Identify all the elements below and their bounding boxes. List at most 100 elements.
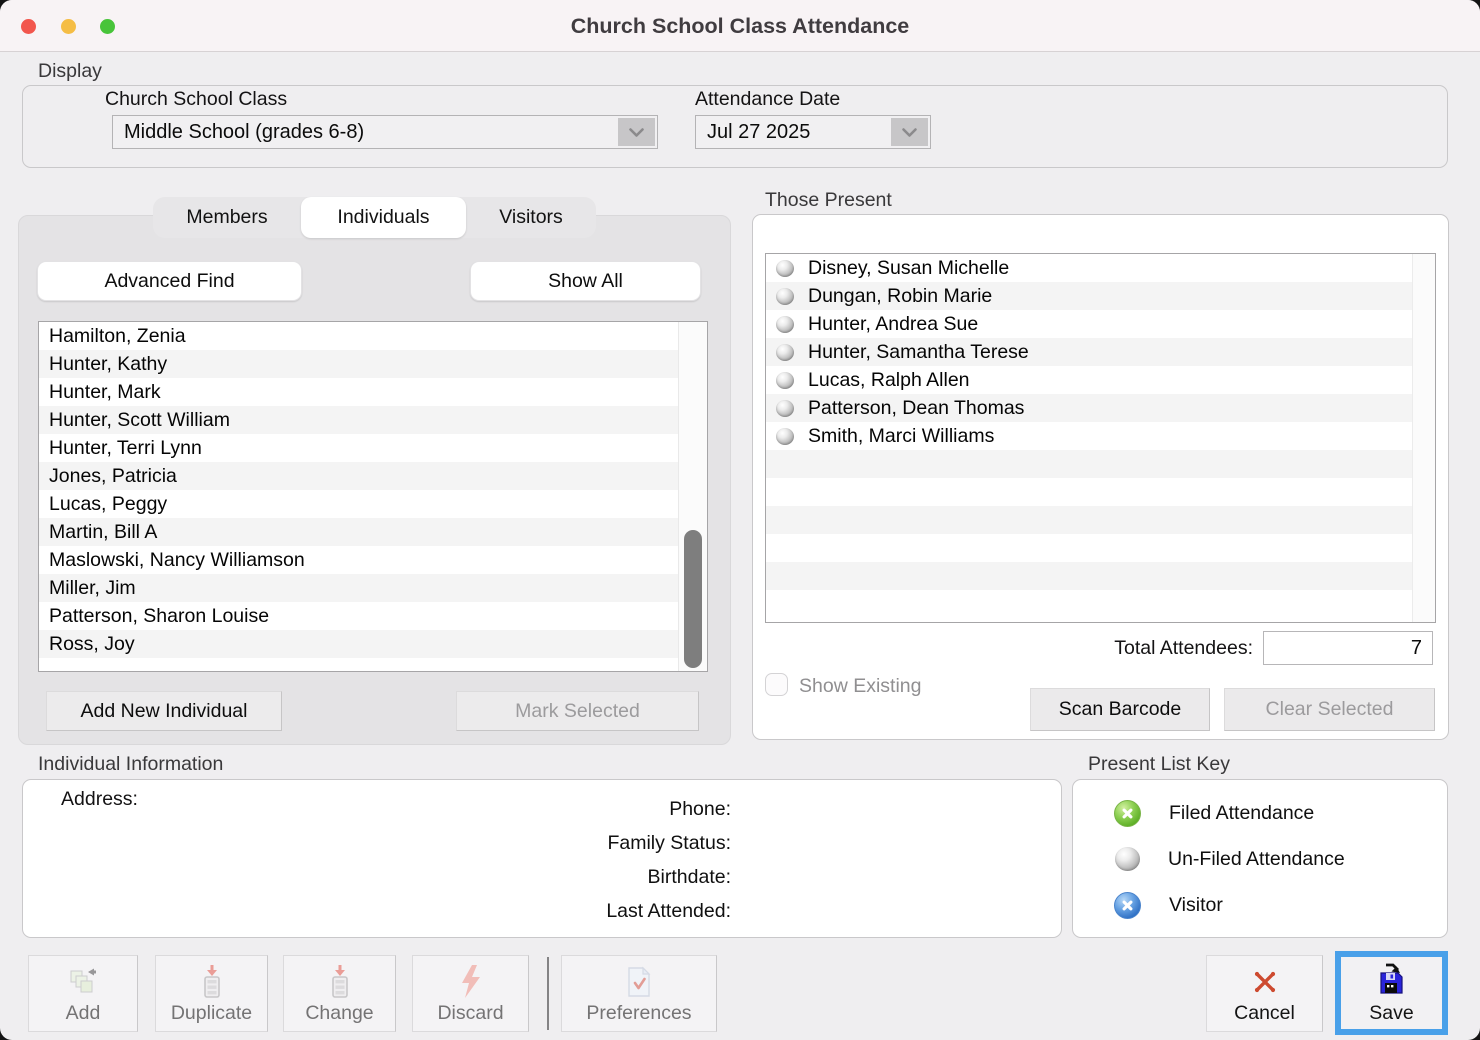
duplicate-icon [199,963,225,1001]
list-item[interactable]: Miller, Jim [39,574,707,602]
class-dropdown[interactable]: Middle School (grades 6-8) [112,115,658,149]
visitor-icon [1114,892,1141,919]
list-item[interactable]: Hamilton, Zenia [39,322,707,350]
unfiled-attendance-icon [776,428,794,445]
preferences-button[interactable]: Preferences [561,955,717,1032]
present-list[interactable]: Disney, Susan MichelleDungan, Robin Mari… [765,253,1436,623]
total-attendees-field: 7 [1263,631,1433,665]
save-floppy-icon [1376,961,1408,997]
individuals-list[interactable]: Hamilton, ZeniaHunter, KathyHunter, Mark… [38,321,708,672]
add-button-label: Add [66,1002,101,1025]
present-list-item[interactable]: Hunter, Andrea Sue [766,310,1435,338]
present-key-group-label: Present List Key [1088,753,1230,776]
attendee-name: Patterson, Dean Thomas [808,394,1024,422]
date-dropdown[interactable]: Jul 27 2025 [695,115,931,149]
list-item[interactable]: Hunter, Kathy [39,350,707,378]
unfiled-attendance-icon [776,316,794,333]
present-list-empty-row [766,450,1435,478]
list-item[interactable]: Hunter, Terri Lynn [39,434,707,462]
unfiled-attendance-icon [776,260,794,277]
individuals-list-rows: Hamilton, ZeniaHunter, KathyHunter, Mark… [39,322,707,658]
advanced-find-button[interactable]: Advanced Find [37,261,302,301]
individual-info-group-label: Individual Information [38,753,223,776]
list-item[interactable]: Patterson, Sharon Louise [39,602,707,630]
address-label: Address: [61,788,138,811]
app-window: Church School Class Attendance Display C… [0,0,1480,1040]
discard-button[interactable]: Discard [412,955,529,1032]
list-item[interactable]: Lucas, Peggy [39,490,707,518]
scan-barcode-button[interactable]: Scan Barcode [1030,688,1210,731]
list-item[interactable]: Jones, Patricia [39,462,707,490]
present-list-rows: Disney, Susan MichelleDungan, Robin Mari… [766,254,1435,618]
key-label: Visitor [1169,894,1223,917]
attendee-name: Hunter, Samantha Terese [808,338,1029,366]
list-source-tabs: MembersIndividualsVisitors [153,197,596,238]
key-row: Filed Attendance [1073,790,1447,836]
present-list-item[interactable]: Hunter, Samantha Terese [766,338,1435,366]
add-new-individual-button[interactable]: Add New Individual [46,691,282,731]
unfiled-attendance-icon [776,372,794,389]
list-item[interactable]: Martin, Bill A [39,518,707,546]
those-present-group-label: Those Present [765,189,892,212]
clear-selected-button[interactable]: Clear Selected [1224,688,1435,731]
save-button-label: Save [1369,1002,1413,1025]
attendee-name: Dungan, Robin Marie [808,282,992,310]
attendee-name: Disney, Susan Michelle [808,254,1009,282]
cancel-x-icon [1249,963,1281,1001]
present-list-item[interactable]: Smith, Marci Williams [766,422,1435,450]
scrollbar-track[interactable] [1412,254,1435,622]
tab-members[interactable]: Members [153,197,301,238]
attendee-name: Lucas, Ralph Allen [808,366,970,394]
tab-individuals[interactable]: Individuals [301,197,466,238]
tab-visitors[interactable]: Visitors [466,197,596,238]
duplicate-button[interactable]: Duplicate [155,955,268,1032]
chevron-down-icon[interactable] [618,118,655,146]
show-existing-label: Show Existing [799,675,921,698]
info-field-label: Family Status: [423,826,731,860]
chevron-down-icon[interactable] [891,118,928,146]
change-icon [327,963,353,1001]
mark-selected-button[interactable]: Mark Selected [456,691,699,731]
preferences-document-icon [626,963,652,1001]
display-group-label: Display [38,60,102,83]
present-list-empty-row [766,534,1435,562]
cancel-button[interactable]: Cancel [1206,955,1323,1032]
scrollbar-track[interactable] [678,322,707,671]
unfiled-attendance-icon [776,344,794,361]
present-list-empty-row [766,506,1435,534]
present-list-item[interactable]: Lucas, Ralph Allen [766,366,1435,394]
info-field-label: Phone: [423,792,731,826]
scrollbar-thumb[interactable] [684,530,702,668]
present-list-item[interactable]: Disney, Susan Michelle [766,254,1435,282]
present-list-empty-row [766,562,1435,590]
individual-info-group-box: Address: Phone:Family Status:Birthdate:L… [22,779,1062,938]
present-list-item[interactable]: Dungan, Robin Marie [766,282,1435,310]
duplicate-button-label: Duplicate [171,1002,252,1025]
preferences-button-label: Preferences [586,1002,691,1025]
change-button[interactable]: Change [283,955,396,1032]
unfiled-attendance-icon [1115,847,1140,871]
title-bar: Church School Class Attendance [0,0,1480,52]
key-row: Un-Filed Attendance [1073,836,1447,882]
list-item[interactable]: Maslowski, Nancy Williamson [39,546,707,574]
total-attendees-label: Total Attendees: [1114,637,1253,660]
key-label: Filed Attendance [1169,802,1314,825]
discard-button-label: Discard [437,1002,503,1025]
unfiled-attendance-icon [776,288,794,305]
present-list-empty-row [766,590,1435,618]
list-item[interactable]: Hunter, Mark [39,378,707,406]
save-button[interactable]: Save [1335,951,1448,1035]
show-existing-checkbox[interactable] [765,673,788,696]
key-row: Visitor [1073,882,1447,928]
attendee-name: Smith, Marci Williams [808,422,994,450]
show-all-button[interactable]: Show All [470,261,701,301]
present-list-item[interactable]: Patterson, Dean Thomas [766,394,1435,422]
filed-attendance-icon [1114,800,1141,827]
list-item[interactable]: Hunter, Scott William [39,406,707,434]
add-button[interactable]: Add [28,955,138,1032]
unfiled-attendance-icon [776,400,794,417]
list-item[interactable]: Ross, Joy [39,630,707,658]
info-field-label: Last Attended: [423,894,731,928]
info-right-labels: Phone:Family Status:Birthdate:Last Atten… [423,792,731,928]
class-dropdown-value: Middle School (grades 6-8) [113,116,657,148]
